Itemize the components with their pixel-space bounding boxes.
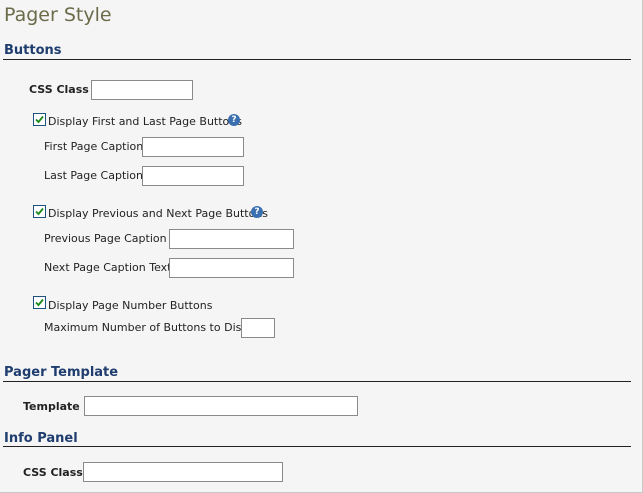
info-css-class-input[interactable] (83, 462, 283, 482)
page-number-checkbox[interactable] (33, 296, 46, 309)
last-page-caption-input[interactable] (142, 166, 244, 186)
section-heading-buttons: Buttons (4, 43, 62, 58)
section-heading-info-panel: Info Panel (4, 431, 78, 446)
css-class-label: CSS Class (29, 83, 89, 96)
css-class-input[interactable] (91, 80, 193, 100)
section-divider (3, 446, 631, 447)
check-icon (35, 298, 44, 307)
section-divider (3, 381, 631, 382)
page-number-checkbox-label: Display Page Number Buttons (48, 299, 213, 312)
page-title: Pager Style (4, 4, 112, 26)
max-buttons-label: Maximum Number of Buttons to Display (44, 321, 265, 334)
first-page-caption-input[interactable] (142, 137, 244, 157)
help-icon[interactable]: ? (251, 206, 263, 218)
prev-next-checkbox[interactable] (33, 205, 46, 218)
first-last-checkbox[interactable] (33, 113, 46, 126)
next-page-caption-input[interactable] (169, 258, 294, 278)
check-icon (35, 207, 44, 216)
check-icon (35, 115, 44, 124)
previous-page-caption-label: Previous Page Caption (44, 232, 167, 245)
template-input[interactable] (84, 396, 358, 416)
first-page-caption-label: First Page Caption (44, 140, 144, 153)
help-icon[interactable]: ? (228, 114, 240, 126)
prev-next-checkbox-label: Display Previous and Next Page Buttons (48, 207, 269, 220)
last-page-caption-label: Last Page Caption (44, 169, 144, 182)
first-last-checkbox-label: Display First and Last Page Buttons (48, 115, 242, 128)
info-css-class-label: CSS Class (23, 466, 83, 479)
section-heading-pager-template: Pager Template (4, 365, 119, 380)
previous-page-caption-input[interactable] (169, 229, 294, 249)
max-buttons-input[interactable] (241, 318, 275, 338)
template-label: Template (23, 400, 80, 413)
next-page-caption-label: Next Page Caption Text (44, 261, 172, 274)
section-divider (3, 59, 631, 60)
